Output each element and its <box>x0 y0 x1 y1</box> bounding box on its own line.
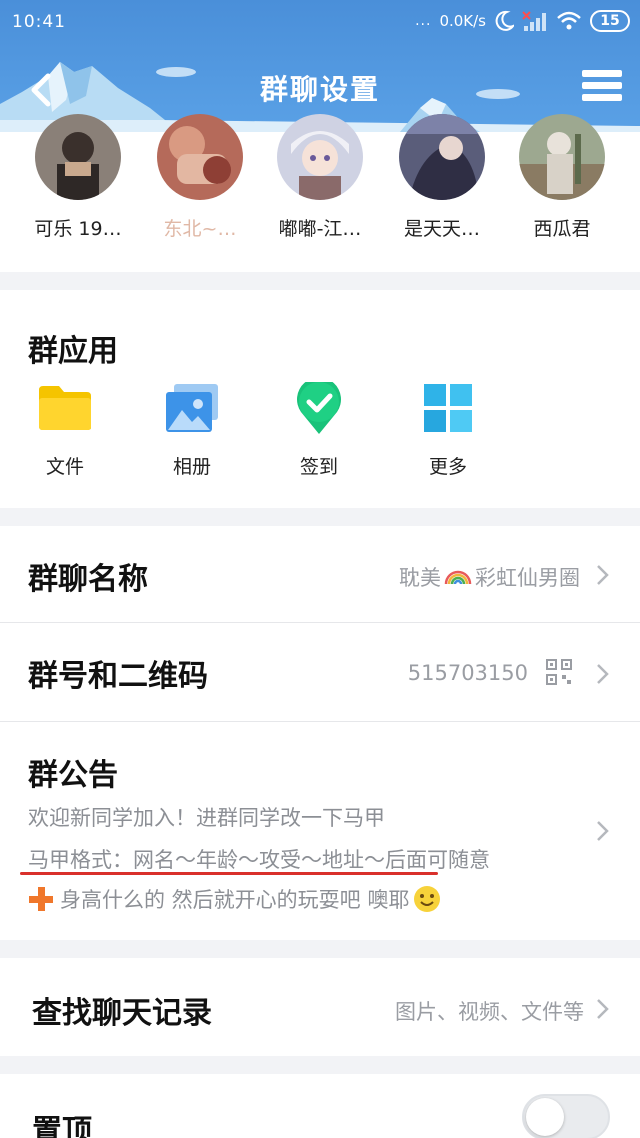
page-title: 群聊设置 <box>259 73 380 106</box>
member-item[interactable]: 西瓜君 <box>502 114 622 241</box>
chevron-right-icon <box>597 565 609 585</box>
chevron-right-icon <box>597 821 609 841</box>
member-name: 西瓜君 <box>533 218 591 240</box>
search-history-hint: 图片、视频、文件等 <box>395 1000 584 1024</box>
qr-code-icon <box>546 659 572 685</box>
status-time: 10:41 <box>12 12 66 32</box>
announcement-line-2: 马甲格式：网名～年龄～攻受～地址～后面可随意 <box>28 848 490 872</box>
checkin-icon <box>297 377 341 434</box>
search-history-title: 查找聊天记录 <box>32 996 212 1031</box>
member-avatar <box>35 114 121 200</box>
group-number-value: 515703150 <box>407 661 528 685</box>
plus-icon <box>29 887 53 911</box>
status-icons: ... 0.0K/s 15 <box>415 10 630 32</box>
smile-emoji-icon <box>414 886 441 912</box>
status-bar: 10:41 ... 0.0K/s 15 <box>0 0 640 44</box>
group-apps-section: 群应用 文件 相册 签到 更多 <box>0 290 640 508</box>
member-item[interactable]: 可乐 19… <box>18 114 138 241</box>
app-label: 文件 <box>45 456 84 478</box>
group-apps-title: 群应用 <box>28 334 118 369</box>
app-more[interactable]: 更多 <box>403 382 493 479</box>
group-name-suffix: 彩虹仙男圈 <box>475 566 580 590</box>
toggle-knob <box>526 1098 564 1136</box>
member-name: 嘟嘟-江… <box>278 218 362 240</box>
member-avatar <box>519 114 605 200</box>
member-avatar <box>157 114 243 200</box>
album-icon <box>166 384 218 432</box>
announcement-line-3-wrap: 身高什么的 然后就开心的玩耍吧 噢耶 <box>28 884 441 914</box>
row-group-number[interactable]: 群号和二维码 515703150 <box>0 623 640 721</box>
app-label: 更多 <box>428 456 467 478</box>
row-group-name[interactable]: 群聊名称 耽美 彩虹仙男圈 <box>0 526 640 622</box>
member-list: 可乐 19… 东北~… 嘟嘟-江… 是天天… 西瓜君 <box>0 114 640 272</box>
member-item[interactable]: 嘟嘟-江… <box>260 114 380 241</box>
red-underline-annotation <box>20 872 438 875</box>
app-file[interactable]: 文件 <box>20 382 110 479</box>
announcement-title: 群公告 <box>28 758 118 793</box>
row-search-history[interactable]: 查找聊天记录 图片、视频、文件等 <box>0 958 640 1056</box>
app-label: 相册 <box>172 456 211 478</box>
announcement-line-3: 身高什么的 然后就开心的玩耍吧 噢耶 <box>60 888 410 912</box>
network-speed: 0.0K/s <box>439 12 486 30</box>
status-dots: ... <box>415 13 432 29</box>
member-avatar <box>277 114 363 200</box>
app-label: 签到 <box>299 456 338 478</box>
menu-icon <box>582 70 622 77</box>
chevron-right-icon <box>597 999 609 1019</box>
group-name-prefix: 耽美 <box>399 566 441 590</box>
pin-top-title: 置顶 <box>32 1114 92 1138</box>
pin-top-toggle[interactable] <box>522 1094 610 1138</box>
chevron-right-icon <box>597 664 609 684</box>
member-name: 可乐 19… <box>34 218 122 240</box>
announcement-line-1: 欢迎新同学加入！进群同学改一下马甲 <box>28 806 385 830</box>
moon-icon <box>495 10 514 31</box>
member-item[interactable]: 是天天… <box>382 114 502 241</box>
rainbow-icon <box>444 570 472 585</box>
more-grid-icon <box>424 384 472 432</box>
app-album[interactable]: 相册 <box>147 382 237 479</box>
signal-icon <box>522 11 546 31</box>
member-item[interactable]: 东北~… <box>140 114 260 241</box>
menu-button[interactable] <box>582 70 622 108</box>
member-name: 东北~… <box>163 218 237 240</box>
folder-icon <box>39 386 91 430</box>
group-number-title: 群号和二维码 <box>28 659 208 694</box>
battery-indicator: 15 <box>590 10 630 32</box>
group-name-value: 耽美 彩虹仙男圈 <box>399 562 580 592</box>
row-pin-top: 置顶 <box>0 1074 640 1138</box>
app-checkin[interactable]: 签到 <box>274 377 364 479</box>
member-name: 是天天… <box>403 218 480 240</box>
row-announcement[interactable]: 群公告 欢迎新同学加入！进群同学改一下马甲 马甲格式：网名～年龄～攻受～地址～后… <box>0 722 640 940</box>
wifi-icon <box>557 11 581 30</box>
header-bar: 10:41 ... 0.0K/s 15 群聊设置 <box>0 0 640 132</box>
group-name-title: 群聊名称 <box>28 562 148 597</box>
member-avatar <box>399 114 485 200</box>
